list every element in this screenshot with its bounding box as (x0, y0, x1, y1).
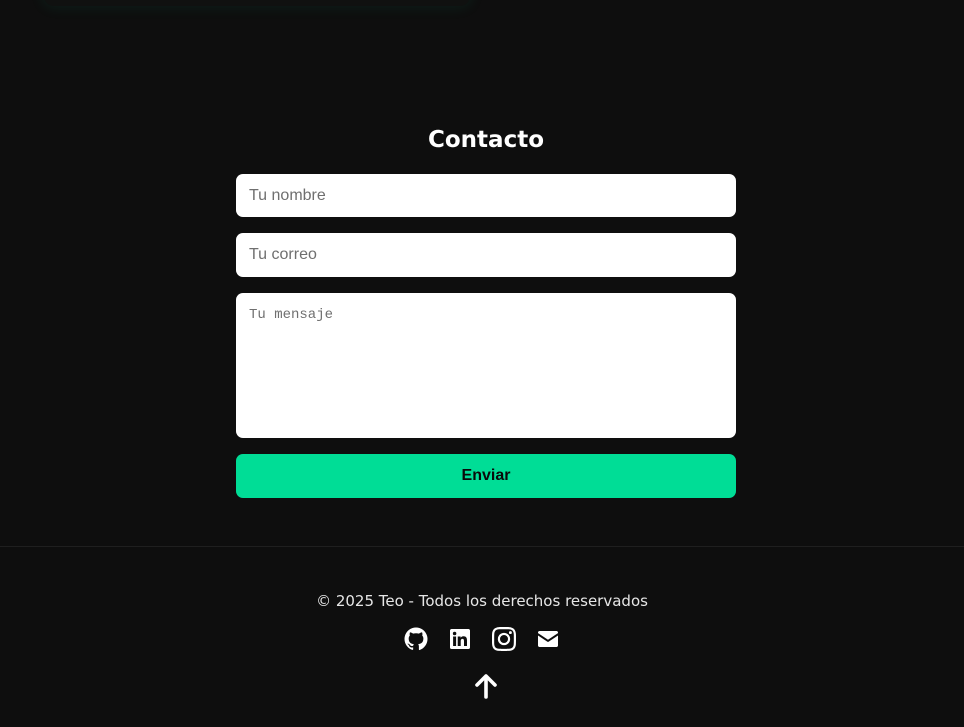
contact-title: Contacto (428, 127, 544, 153)
social-links (0, 626, 964, 652)
instagram-icon[interactable] (491, 626, 517, 652)
arrow-up-icon (475, 674, 497, 699)
linkedin-icon[interactable] (447, 626, 473, 652)
project-card-edge (44, 0, 470, 6)
copyright-text: © 2025 Teo - Todos los derechos reservad… (316, 592, 648, 610)
message-textarea[interactable] (236, 293, 736, 438)
page: Contacto Enviar © 2025 Teo - Todos los d… (0, 0, 964, 727)
envelope-icon[interactable] (535, 626, 561, 652)
email-input[interactable] (236, 233, 736, 277)
github-icon[interactable] (403, 626, 429, 652)
name-input[interactable] (236, 174, 736, 217)
send-button[interactable]: Enviar (236, 454, 736, 498)
back-to-top-button[interactable] (472, 672, 500, 700)
footer-divider (0, 546, 964, 547)
contact-section: Contacto Enviar (236, 124, 736, 498)
